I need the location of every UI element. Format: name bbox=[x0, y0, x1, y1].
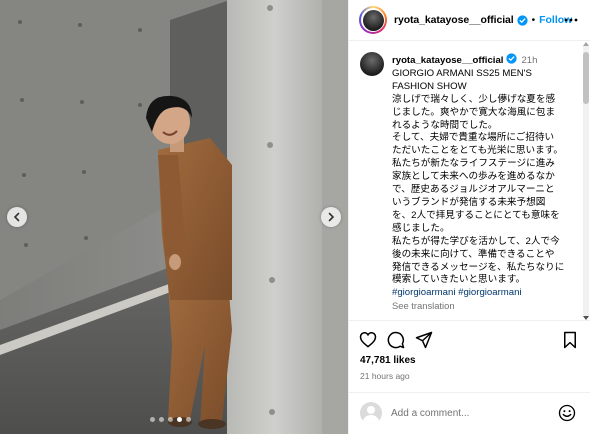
share-icon[interactable] bbox=[415, 331, 433, 349]
emoji-icon[interactable] bbox=[558, 404, 576, 422]
viewer-avatar bbox=[360, 402, 382, 424]
caption-line: 私たちが得た学びを活かして、2人で今 bbox=[392, 235, 560, 247]
post-timestamp[interactable]: 21 hours ago bbox=[360, 371, 410, 381]
caption-scrollbar[interactable] bbox=[583, 46, 589, 316]
post-side-panel: ryota_katayose__official • Follow ryota_… bbox=[348, 0, 590, 434]
post-header: ryota_katayose__official • Follow bbox=[349, 0, 590, 41]
caption-line: FASHION SHOW bbox=[392, 80, 467, 92]
post-photo bbox=[0, 0, 348, 434]
carousel-dot bbox=[159, 417, 164, 422]
caption-line: 感じました。 bbox=[392, 222, 450, 234]
caption-line: 涼しげで瑞々しく、少し儚げな夏を感 bbox=[392, 93, 556, 105]
scrollbar-thumb[interactable] bbox=[583, 52, 589, 104]
caption-line: 発信できるメッセージを、私たちなりに bbox=[392, 261, 565, 273]
carousel-dot bbox=[150, 417, 155, 422]
caption-line: れるような時間でした。 bbox=[392, 119, 498, 131]
caption-username[interactable]: ryota_katayose__official bbox=[392, 55, 503, 66]
caption-hashtags[interactable]: #giorgioarmani #giorgioarmani bbox=[392, 287, 582, 300]
comment-icon[interactable] bbox=[387, 331, 405, 349]
caption-line: ただいたことをとても光栄に思います。 bbox=[392, 145, 563, 157]
caption-line: 家族として未来への歩みを進めるなか bbox=[392, 171, 555, 183]
caption-time: 21h bbox=[521, 55, 538, 66]
caption-line: 後の未来に向けて、準備できることや bbox=[392, 248, 555, 260]
next-photo-button[interactable] bbox=[321, 207, 341, 227]
author-username[interactable]: ryota_katayose__official bbox=[394, 14, 514, 26]
see-translation-link[interactable]: See translation bbox=[392, 300, 582, 313]
comment-input[interactable] bbox=[391, 405, 541, 421]
caption-text: ryota_katayose__official 21h GIORGIO ARMA… bbox=[392, 53, 582, 313]
carousel-indicator bbox=[150, 417, 191, 422]
caption-line: じました。爽やかで寛大な海風に包ま bbox=[392, 106, 556, 118]
carousel-dot bbox=[186, 417, 191, 422]
chevron-right-icon bbox=[328, 212, 335, 222]
caption-line: 模索していきたいと思います。 bbox=[392, 274, 526, 286]
caption-line: GIORGIO ARMANI SS25 MEN'S bbox=[392, 67, 532, 79]
heart-icon[interactable] bbox=[359, 331, 377, 348]
more-options-icon[interactable] bbox=[564, 13, 578, 27]
bookmark-icon[interactable] bbox=[562, 331, 578, 349]
author-avatar[interactable] bbox=[359, 6, 387, 34]
comment-bar bbox=[349, 392, 590, 434]
caption-line: を、2人で拝見することにとても意味を bbox=[392, 209, 560, 221]
verified-badge-icon bbox=[516, 14, 528, 26]
post-dialog: ryota_katayose__official • Follow ryota_… bbox=[0, 0, 590, 434]
post-actions bbox=[349, 320, 590, 350]
chevron-left-icon bbox=[13, 212, 20, 222]
caption-body: GIORGIO ARMANI SS25 MEN'S FASHION SHOW 涼しげ… bbox=[392, 68, 582, 287]
caption-line: いうブランドが発信する未来予想図 bbox=[392, 196, 546, 208]
header-separator: • bbox=[531, 14, 536, 26]
previous-photo-button[interactable] bbox=[7, 207, 27, 227]
caption-area: ryota_katayose__official 21h GIORGIO ARMA… bbox=[349, 42, 590, 320]
carousel-dot bbox=[168, 417, 173, 422]
like-count[interactable]: 47,781 likes bbox=[360, 355, 416, 366]
caption-line: 私たちが新たなライフステージに進み bbox=[392, 158, 555, 170]
caption-author-avatar[interactable] bbox=[360, 52, 384, 76]
carousel-dot bbox=[177, 417, 182, 422]
verified-badge-icon bbox=[506, 53, 518, 64]
caption-line: で、歴史あるジョルジオアルマーニと bbox=[392, 184, 555, 196]
caption-line: そして、夫婦で貴重な場所にご招待い bbox=[392, 132, 555, 144]
photo-image bbox=[0, 0, 348, 434]
